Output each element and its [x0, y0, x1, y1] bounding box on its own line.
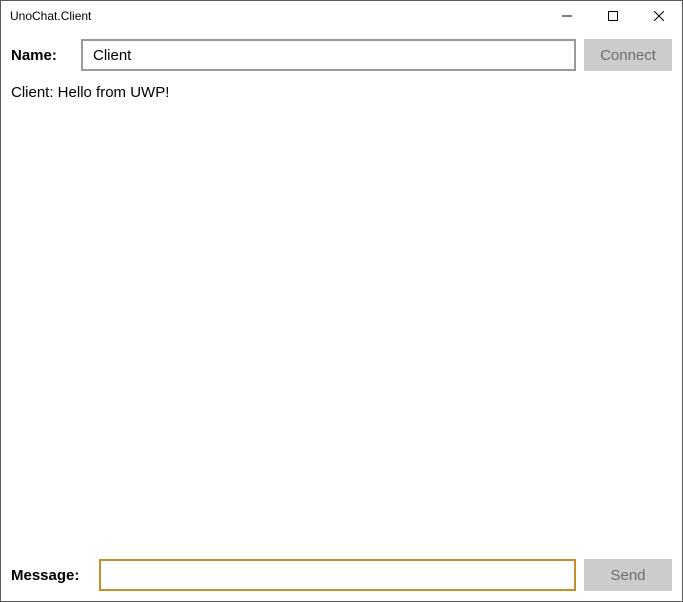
content-area: Name: Connect Client: Hello from UWP! Me…: [1, 31, 682, 601]
message-row: Message: Send: [11, 559, 672, 591]
maximize-button[interactable]: [590, 1, 636, 31]
name-row: Name: Connect: [11, 39, 672, 71]
window-title: UnoChat.Client: [10, 9, 544, 23]
log-line: Client: Hello from UWP!: [11, 83, 672, 103]
app-window: UnoChat.Client Name: Connect Client: Hel…: [0, 0, 683, 602]
message-label: Message:: [11, 567, 91, 584]
message-input[interactable]: [99, 559, 576, 591]
send-button[interactable]: Send: [584, 559, 672, 591]
close-button[interactable]: [636, 1, 682, 31]
connect-button[interactable]: Connect: [584, 39, 672, 71]
maximize-icon: [608, 11, 618, 21]
titlebar: UnoChat.Client: [1, 1, 682, 31]
minimize-button[interactable]: [544, 1, 590, 31]
window-controls: [544, 1, 682, 31]
minimize-icon: [562, 11, 572, 21]
name-input[interactable]: [81, 39, 576, 71]
close-icon: [654, 11, 664, 21]
name-label: Name:: [11, 47, 73, 64]
message-log: Client: Hello from UWP!: [11, 81, 672, 553]
